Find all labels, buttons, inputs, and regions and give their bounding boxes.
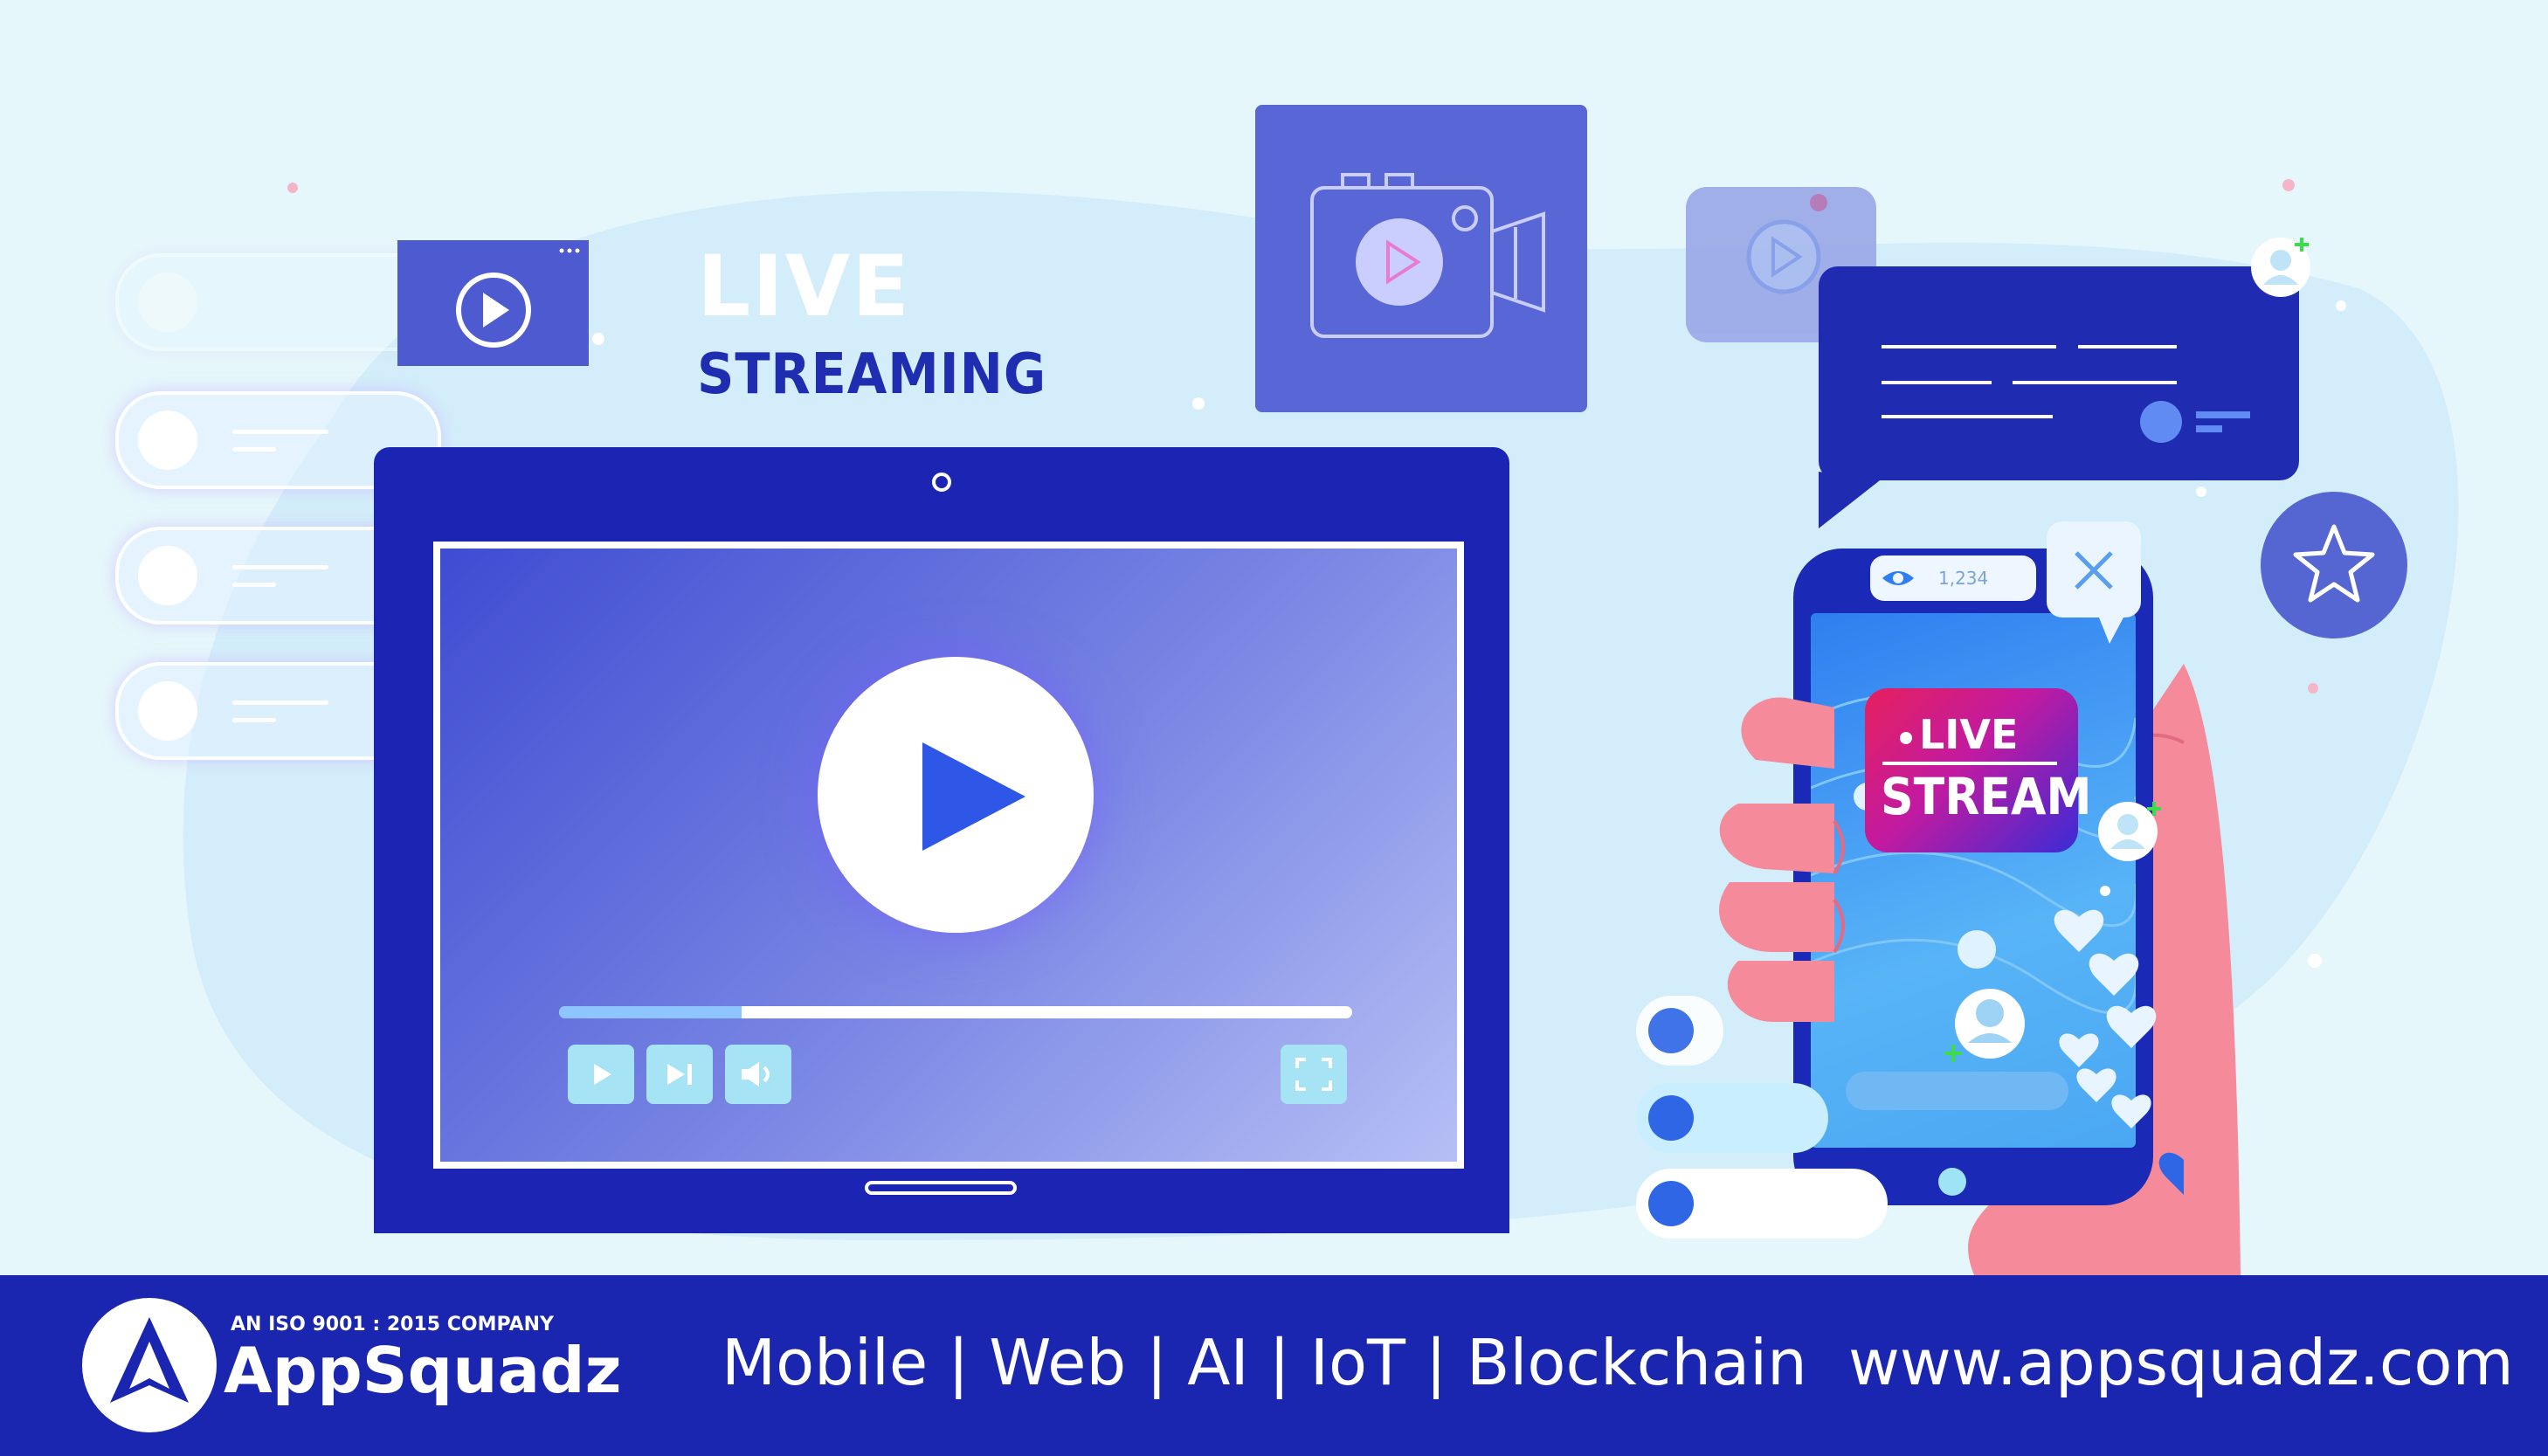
- star-badge: [2261, 492, 2407, 638]
- badge-divider: [1882, 762, 2057, 765]
- title-live: LIVE: [697, 238, 911, 335]
- chat-bubble: [1819, 266, 2299, 528]
- play-control-button[interactable]: [568, 1045, 634, 1104]
- iso-label: AN ISO 9001 : 2015 COMPANY: [231, 1314, 554, 1335]
- play-button[interactable]: [818, 657, 1094, 933]
- fullscreen-icon: [1295, 1058, 1332, 1091]
- video-progress-bar[interactable]: [559, 1006, 1352, 1018]
- add-user-icon: [2098, 802, 2161, 861]
- comment-bubble: [1636, 996, 1723, 1066]
- fingers-illustration: [1719, 697, 1845, 1022]
- video-camera-icon: [1310, 173, 1545, 338]
- illustration-scene: LIVE STREAMING 1,234 LIVE STREAM: [0, 0, 2548, 1275]
- play-icon: [456, 248, 580, 348]
- viewer-count-badge: 1,234: [1870, 555, 2036, 601]
- comment-bubble: [1636, 1169, 1888, 1239]
- volume-button[interactable]: [725, 1045, 791, 1104]
- home-button[interactable]: [1935, 1164, 1970, 1199]
- viewer-count: 1,234: [1938, 568, 1989, 589]
- live-stream-badge: LIVE STREAM: [1865, 688, 2091, 852]
- website-link[interactable]: www.appsquadz.com: [1848, 1326, 2514, 1399]
- fullscreen-button[interactable]: [1281, 1045, 1347, 1104]
- badge-stream: STREAM: [1881, 767, 2092, 826]
- add-user-icon: [1944, 1045, 1962, 1062]
- live-dot: [1900, 732, 1912, 744]
- comment-bubble: [1636, 1083, 1828, 1153]
- avatar: [138, 411, 197, 470]
- chat-bubble-lines: [1819, 345, 2250, 528]
- skip-next-icon: [667, 1064, 692, 1085]
- play-icon: [922, 742, 1025, 851]
- badge-live: LIVE: [1919, 711, 2019, 758]
- hearts-icon: [2054, 886, 2184, 1195]
- logo-mark: [110, 1317, 189, 1403]
- video-screen: [433, 542, 1464, 1169]
- avatar: [1648, 1095, 1694, 1141]
- close-button[interactable]: [2047, 521, 2141, 644]
- eye-icon: [1882, 571, 1914, 585]
- avatar: [1648, 1181, 1694, 1226]
- volume-icon: [742, 1062, 770, 1087]
- skip-next-button[interactable]: [646, 1045, 713, 1104]
- avatar: [1648, 1008, 1694, 1053]
- viewer-pill: [115, 253, 441, 351]
- avatar: [138, 546, 197, 605]
- avatar: [138, 681, 197, 741]
- video-camera-tile: [1255, 105, 1587, 412]
- progress-fill: [559, 1006, 742, 1018]
- star-icon: [2293, 524, 2375, 603]
- add-user-icon: [2251, 238, 2310, 297]
- avatar: [138, 273, 197, 332]
- close-icon: [2075, 551, 2123, 644]
- brand-name: AppSquadz: [224, 1334, 622, 1407]
- services-list: Mobile | Web | AI | IoT | Blockchain: [722, 1326, 1807, 1399]
- laptop-trackpad-line: [865, 1181, 1017, 1195]
- title-streaming: STREAMING: [697, 342, 1047, 407]
- play-icon: [594, 1064, 611, 1085]
- laptop: [374, 447, 1509, 1233]
- appsquadz-logo: [82, 1298, 217, 1432]
- webcam-dot: [932, 473, 951, 492]
- small-video-window: [397, 240, 589, 366]
